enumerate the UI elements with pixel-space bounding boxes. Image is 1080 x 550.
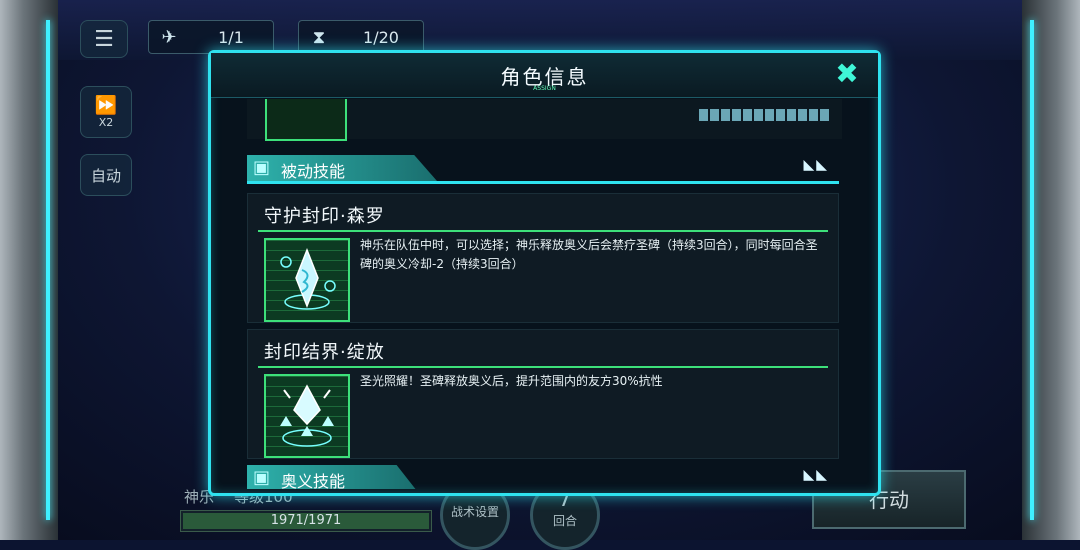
section-ultimate-skills: ▣ 奥义技能 ◣◣ — [247, 465, 839, 489]
close-icon: ✖ — [835, 57, 859, 90]
close-button[interactable]: ✖ — [832, 59, 862, 89]
speed-button[interactable]: ⏩ X2 — [80, 86, 132, 138]
character-info-dialog: 角色信息 ASSIGN ✖ ▣ 被动技能 ◣◣ 守护封印·森罗 神乐在队伍中时，… — [208, 50, 881, 496]
skill-description: 神乐在队伍中时，可以选择；神乐释放奥义后会禁疗圣碑（持续3回合），同时每回合圣碑… — [360, 238, 818, 271]
skill-name: 封印结界·绽放 — [264, 342, 385, 363]
hourglass-icon: ⧗ — [312, 26, 326, 48]
chevron-marks-icon: ◣◣ — [803, 467, 829, 483]
previous-section-fragment — [247, 99, 842, 141]
unit-icon: ✈ — [161, 26, 177, 48]
skill-description: 圣光照耀！圣碑释放奥义后，提升范围内的友方30%抗性 — [360, 374, 663, 388]
right-frame — [1022, 0, 1080, 540]
chest-icon: ▣ — [253, 157, 271, 178]
left-frame — [0, 0, 58, 540]
hp-value: 1971/1971 — [270, 513, 342, 528]
unit-counter: ✈ 1/1 — [148, 20, 274, 54]
skill-icon-fragment — [265, 99, 347, 141]
chevron-marks-icon: ◣◣ — [803, 157, 829, 173]
skill-card: 守护封印·森罗 神乐在队伍中时，可以选择；神乐释放奥义后会禁疗圣碑（持续3回合）… — [247, 193, 839, 323]
chest-icon: ▣ — [253, 467, 271, 488]
crystal-barrier-icon — [264, 374, 350, 458]
hp-bar: 1971/1971 — [180, 510, 432, 532]
tactics-label: 战术设置 — [450, 505, 499, 519]
dialog-scroll-area[interactable]: ▣ 被动技能 ◣◣ 守护封印·森罗 神乐在队伍中时，可以选择；神乐释放奥义后会禁… — [247, 99, 842, 489]
speed-label: X2 — [98, 116, 114, 129]
dialog-subtitle: ASSIGN — [533, 85, 556, 92]
hamburger-menu-icon: ☰ — [94, 26, 114, 52]
turn-counter-value: 1/20 — [363, 27, 399, 47]
unit-counter-value: 1/1 — [218, 27, 244, 47]
crystal-seal-icon — [264, 238, 350, 322]
section-ultimate-label: 奥义技能 — [281, 472, 346, 489]
section-passive-skills: ▣ 被动技能 ◣◣ — [247, 155, 839, 184]
skill-card: 封印结界·绽放 圣光照耀！圣碑释放奥义后，提升范围内的友方30%抗性 — [247, 329, 839, 459]
menu-button[interactable]: ☰ — [80, 20, 128, 58]
section-passive-label: 被动技能 — [281, 162, 346, 181]
auto-button[interactable]: 自动 — [80, 154, 132, 196]
fast-forward-icon: ⏩ — [94, 95, 118, 116]
turn-counter: ⧗ 1/20 — [298, 20, 424, 54]
auto-label: 自动 — [90, 166, 121, 185]
energy-bars — [699, 109, 829, 121]
dialog-header: 角色信息 ASSIGN ✖ — [211, 53, 878, 98]
round-label: 回合 — [552, 514, 577, 528]
skill-name: 守护封印·森罗 — [264, 206, 385, 227]
